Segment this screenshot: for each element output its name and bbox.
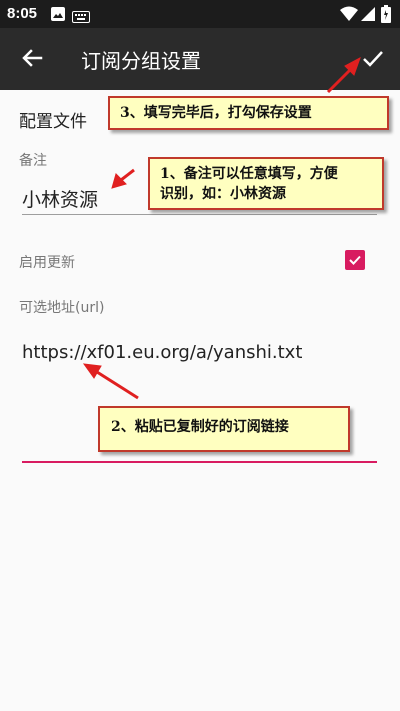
save-check-icon[interactable]	[356, 42, 390, 76]
remark-input[interactable]: 小林资源	[22, 185, 98, 212]
status-bar: 8:05	[0, 0, 400, 28]
app-toolbar: 订阅分组设置	[0, 28, 400, 90]
annotation-step1: 1、备注可以任意填写，方便 识别，如：小林资源	[148, 157, 384, 210]
arrow-to-url-input	[82, 363, 139, 400]
page-title: 订阅分组设置	[81, 49, 201, 73]
annotation-step3-text: 3、填写完毕后，打勾保存设置	[120, 105, 312, 121]
annotation-step1-line1: 1、备注可以任意填写，方便	[160, 166, 338, 182]
annotation-step2: 2、粘贴已复制好的订阅链接	[98, 406, 350, 452]
section-title-profile: 配置文件	[19, 112, 87, 132]
back-arrow-icon[interactable]	[14, 42, 48, 76]
battery-icon	[381, 5, 391, 27]
image-icon	[50, 6, 66, 26]
remark-label: 备注	[19, 153, 47, 169]
enable-update-label: 启用更新	[19, 255, 75, 271]
wifi-icon	[340, 6, 358, 26]
enable-update-checkbox[interactable]	[345, 250, 365, 270]
keyboard-icon	[72, 8, 90, 27]
annotation-step2-text: 2、粘贴已复制好的订阅链接	[111, 419, 289, 435]
url-label: 可选地址(url)	[19, 300, 105, 316]
status-time: 8:05	[7, 5, 38, 22]
url-input-underline	[22, 461, 377, 463]
url-input[interactable]: https://xf01.eu.org/a/yanshi.txt	[22, 342, 302, 363]
remark-input-underline	[22, 214, 377, 215]
annotation-step3: 3、填写完毕后，打勾保存设置	[108, 96, 389, 130]
annotation-step1-line2: 识别，如：小林资源	[160, 186, 286, 202]
arrow-to-remark-input	[111, 168, 135, 189]
signal-icon	[361, 6, 375, 26]
